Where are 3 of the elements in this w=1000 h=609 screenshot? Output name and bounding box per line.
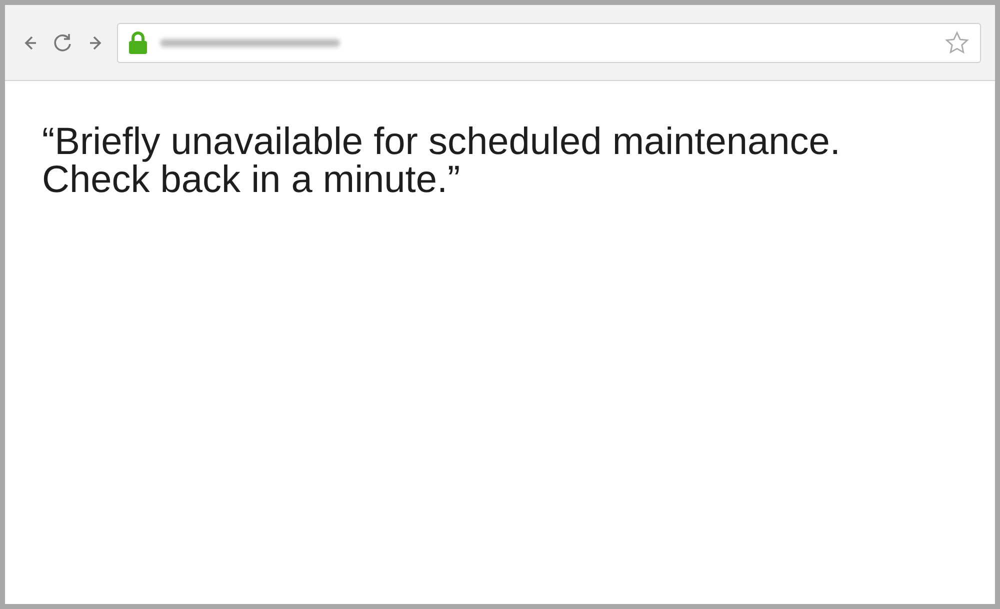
star-icon[interactable] — [944, 30, 970, 56]
maintenance-message: “Briefly unavailable for scheduled maintenance. Check back in a minute.” — [42, 123, 842, 199]
address-field[interactable] — [117, 22, 981, 62]
